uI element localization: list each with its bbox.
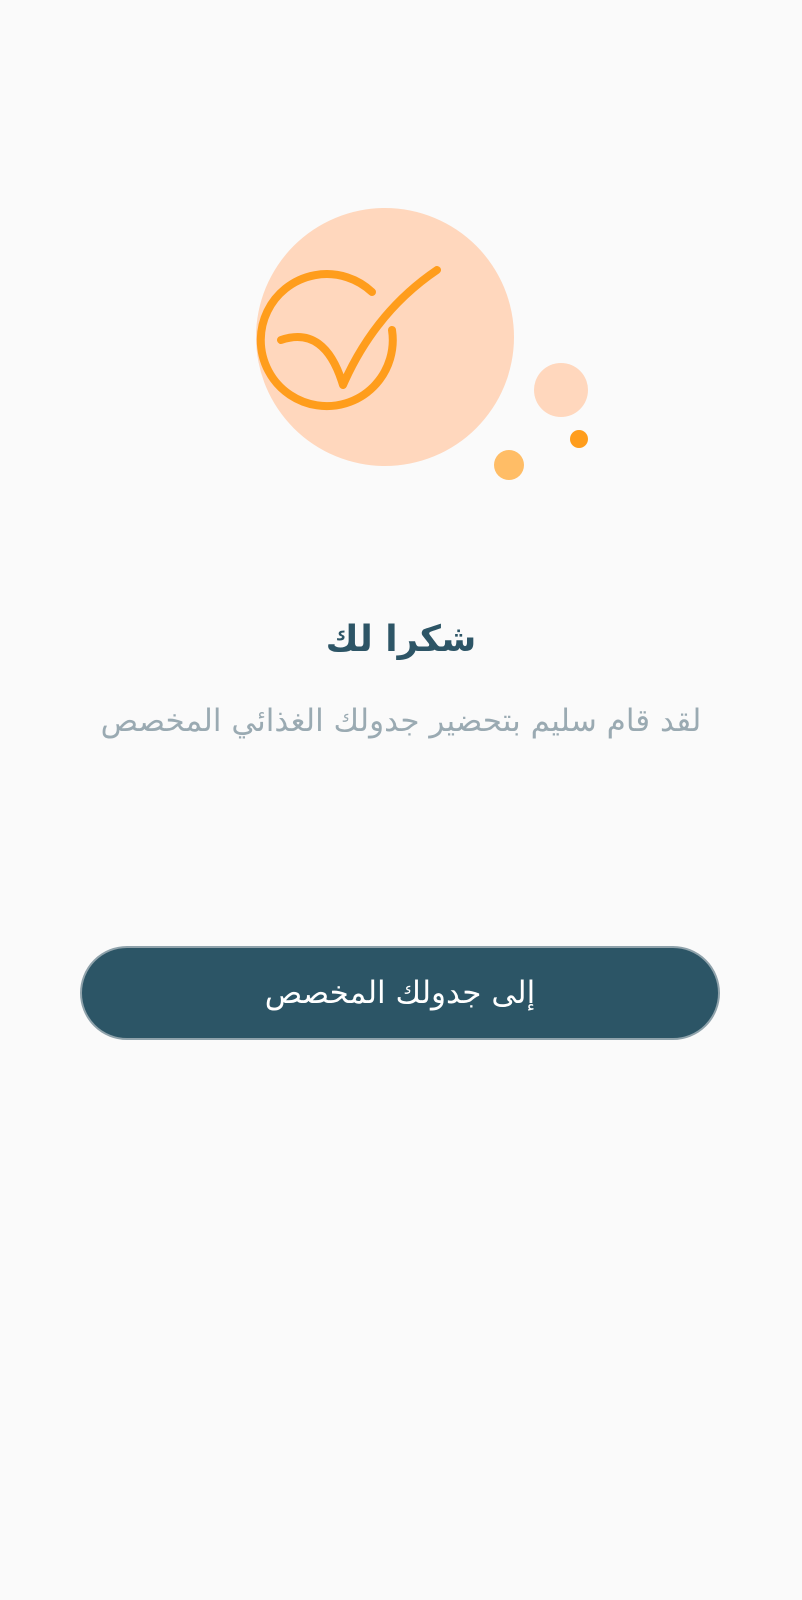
success-illustration xyxy=(0,0,802,520)
success-illustration-graphic xyxy=(256,208,588,480)
go-to-custom-plan-label: إلى جدولك المخصص xyxy=(264,975,536,1011)
page-title: شكرا لك xyxy=(325,619,477,660)
illustration-dot-light xyxy=(534,363,588,417)
illustration-dot-medium xyxy=(494,450,524,480)
page-subtitle: لقد قام سليم بتحضير جدولك الغذائي المخصص xyxy=(100,703,702,739)
illustration-dot-accent xyxy=(570,430,588,448)
go-to-custom-plan-button[interactable]: إلى جدولك المخصص xyxy=(80,946,720,1040)
